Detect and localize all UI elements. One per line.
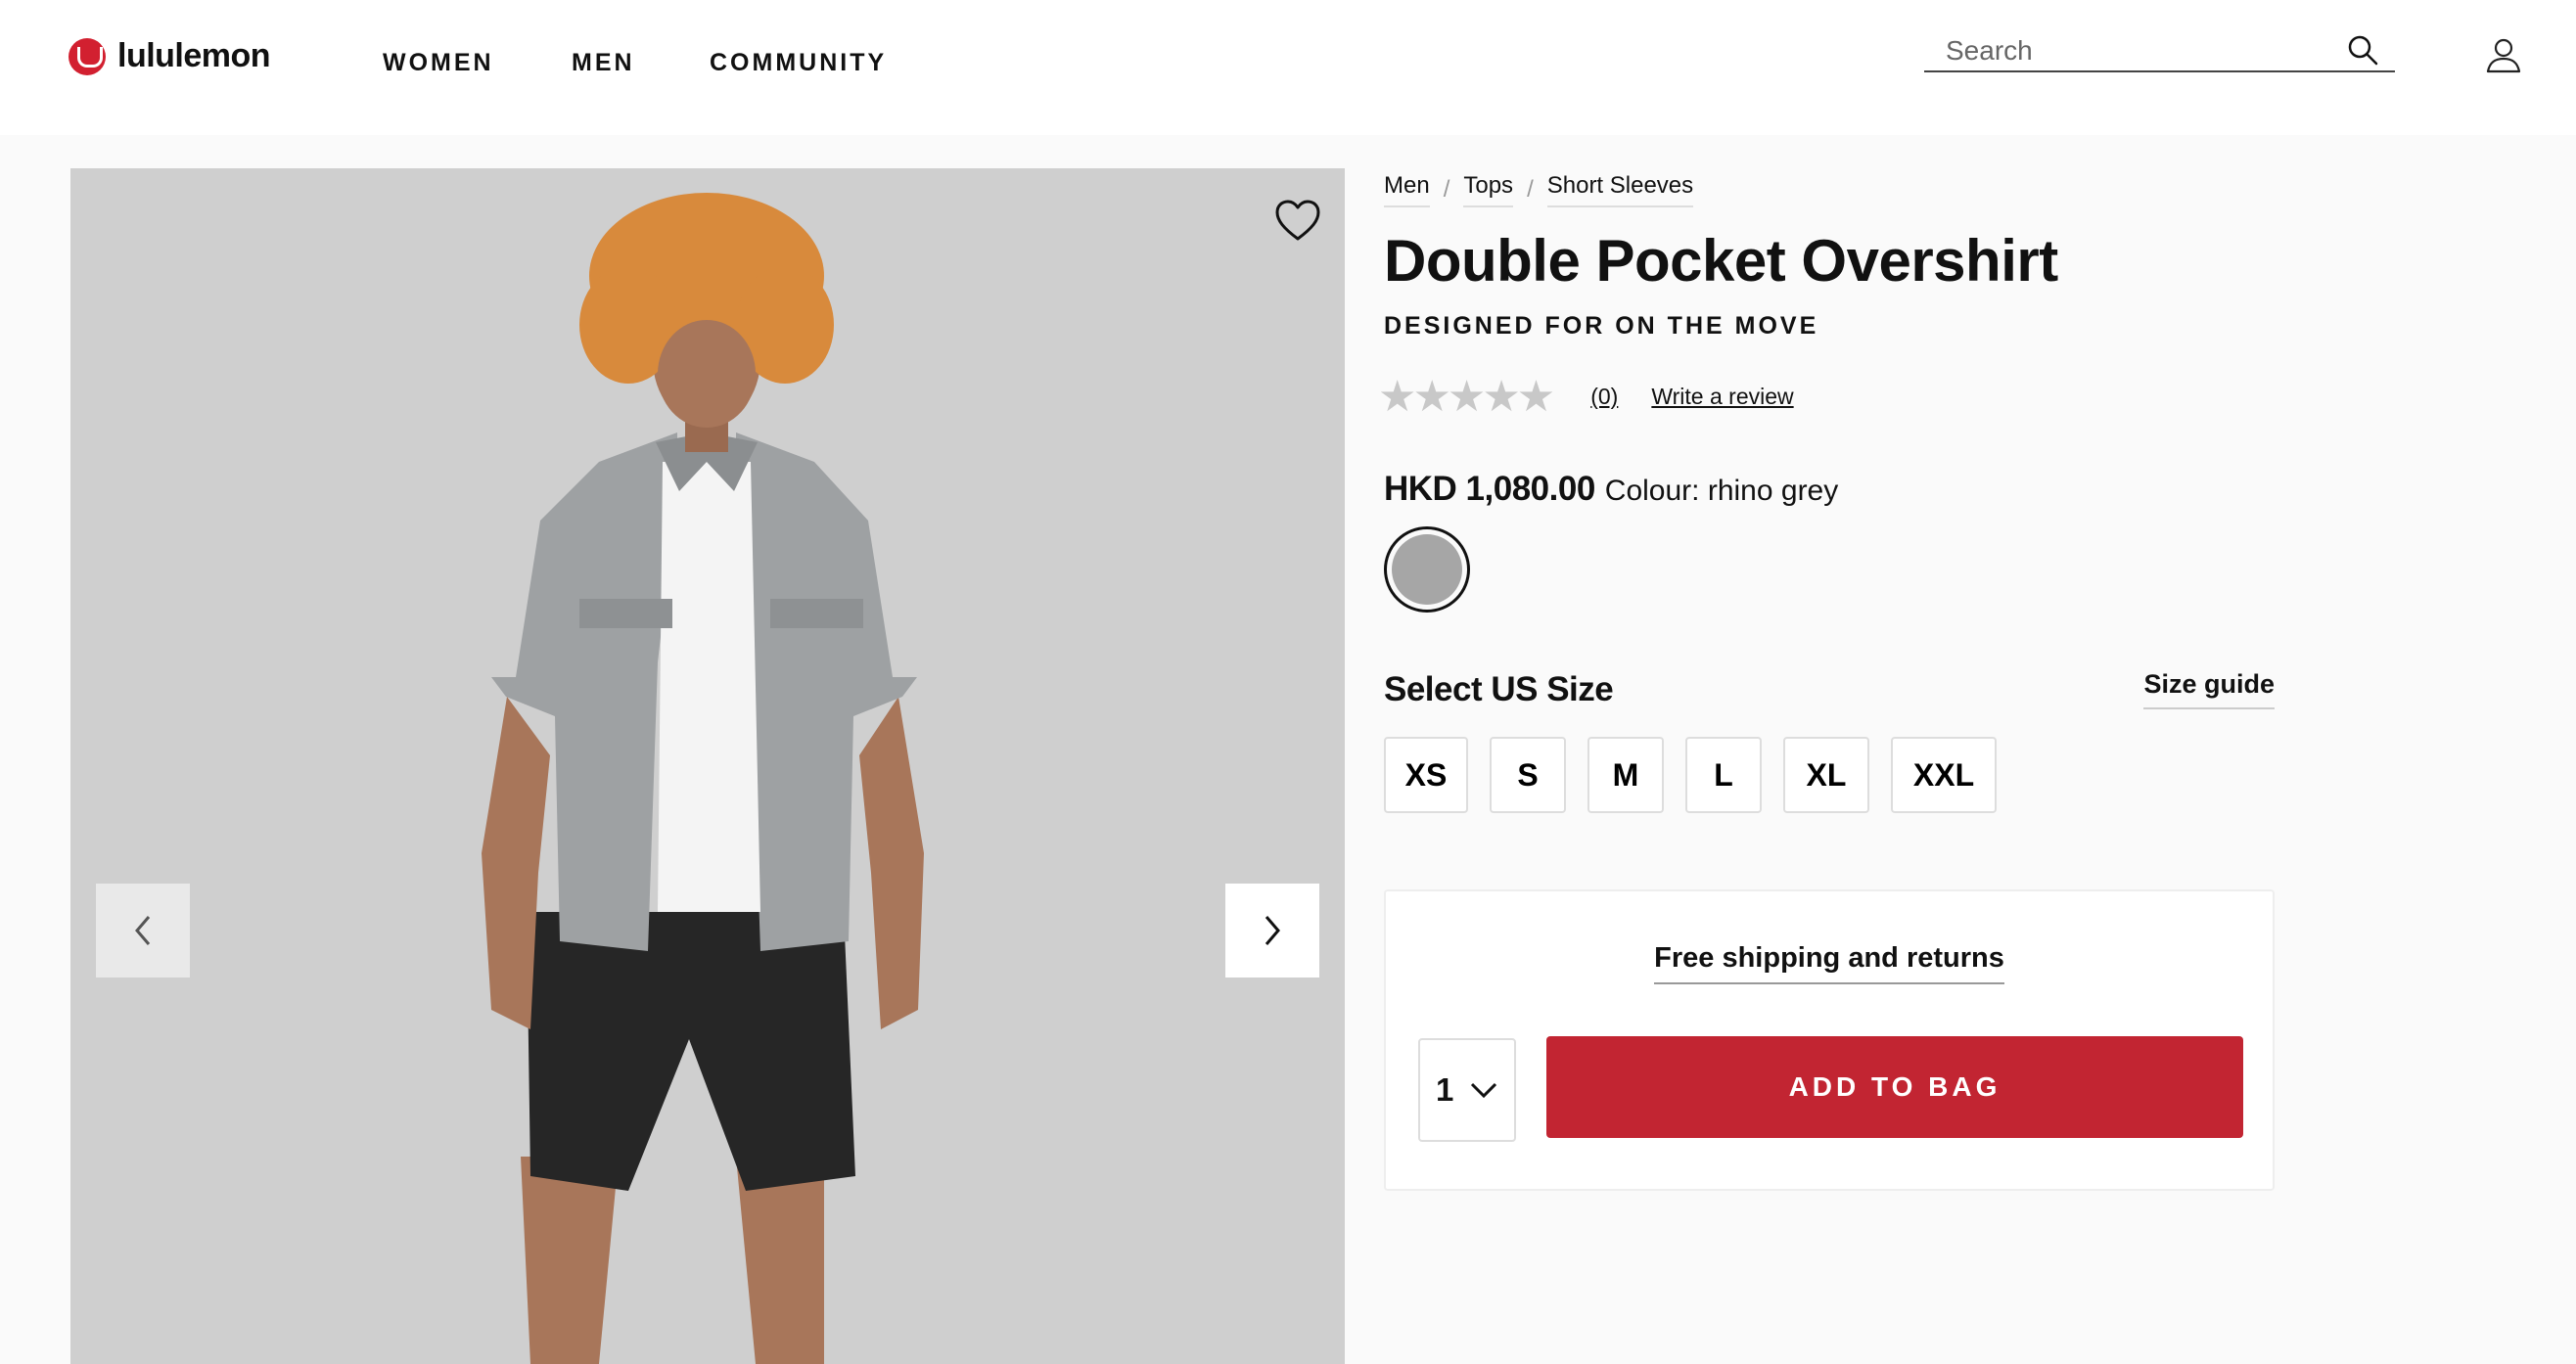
add-to-bag-button[interactable]: ADD TO BAG <box>1546 1036 2243 1138</box>
colour-label: Colour: rhino grey <box>1604 475 1839 507</box>
size-xl-button[interactable]: XL <box>1783 737 1869 813</box>
size-m-button[interactable]: M <box>1587 737 1664 813</box>
size-header: Select US Size Size guide <box>1384 669 2275 709</box>
product-details: Men / Tops / Short Sleeves Double Pocket… <box>1378 168 2275 1191</box>
brand-name: lululemon <box>117 37 271 74</box>
nav-men[interactable]: MEN <box>572 49 710 77</box>
site-header: lululemon WOMEN MEN COMMUNITY <box>0 0 2576 135</box>
product-photo <box>70 168 1345 1364</box>
search-input[interactable] <box>1946 33 2318 68</box>
chevron-right-icon <box>1265 916 1280 945</box>
next-image-button[interactable] <box>1225 884 1319 978</box>
previous-image-button[interactable] <box>96 884 190 978</box>
product-tagline: DESIGNED FOR ON THE MOVE <box>1384 312 1819 340</box>
price-row: HKD 1,080.00 Colour: rhino grey <box>1384 470 2275 509</box>
quantity-select[interactable]: 1 <box>1418 1038 1516 1142</box>
star-rating-icon: ★★★★★ <box>1378 372 1555 421</box>
breadcrumb-separator: / <box>1443 176 1450 203</box>
lululemon-logo[interactable]: lululemon <box>69 37 271 75</box>
rating-row: ★★★★★ (0) Write a review <box>1378 373 2275 421</box>
size-xxl-button[interactable]: XXL <box>1891 737 1997 813</box>
breadcrumb-short-sleeves[interactable]: Short Sleeves <box>1546 172 1694 207</box>
product-gallery <box>70 168 1345 1364</box>
product-title: Double Pocket Overshirt <box>1384 228 2058 294</box>
size-guide-link[interactable]: Size guide <box>2143 669 2275 709</box>
breadcrumb-tops[interactable]: Tops <box>1463 172 1514 207</box>
chevron-left-icon <box>135 916 151 945</box>
size-options: XS S M L XL XXL <box>1384 737 2275 813</box>
size-l-button[interactable]: L <box>1685 737 1762 813</box>
breadcrumb: Men / Tops / Short Sleeves <box>1384 168 2275 211</box>
lululemon-logo-icon <box>69 37 106 75</box>
free-shipping: Free shipping and returns <box>1386 942 2273 984</box>
product-price: HKD 1,080.00 <box>1384 470 1595 508</box>
size-xs-button[interactable]: XS <box>1384 737 1468 813</box>
swatch-fill <box>1392 534 1462 605</box>
free-shipping-link[interactable]: Free shipping and returns <box>1654 942 2004 984</box>
chevron-down-icon <box>1471 1082 1497 1099</box>
breadcrumb-men[interactable]: Men <box>1384 172 1430 207</box>
size-title: Select US Size <box>1384 669 1614 708</box>
purchase-panel: Free shipping and returns 1 ADD TO BAG <box>1384 889 2275 1191</box>
nav-women[interactable]: WOMEN <box>383 49 572 77</box>
main-nav: WOMEN MEN COMMUNITY <box>383 49 887 77</box>
size-s-button[interactable]: S <box>1490 737 1566 813</box>
breadcrumb-separator: / <box>1527 176 1534 203</box>
nav-community[interactable]: COMMUNITY <box>710 49 887 77</box>
review-count-link[interactable]: (0) <box>1590 384 1618 410</box>
heart-icon[interactable] <box>1273 198 1322 243</box>
search-bar <box>1924 29 2395 72</box>
write-review-link[interactable]: Write a review <box>1651 384 1793 410</box>
search-icon[interactable] <box>2346 33 2379 67</box>
colour-swatch-rhino-grey[interactable] <box>1384 526 1470 613</box>
quantity-value: 1 <box>1436 1071 1454 1108</box>
user-icon[interactable] <box>2484 35 2523 74</box>
